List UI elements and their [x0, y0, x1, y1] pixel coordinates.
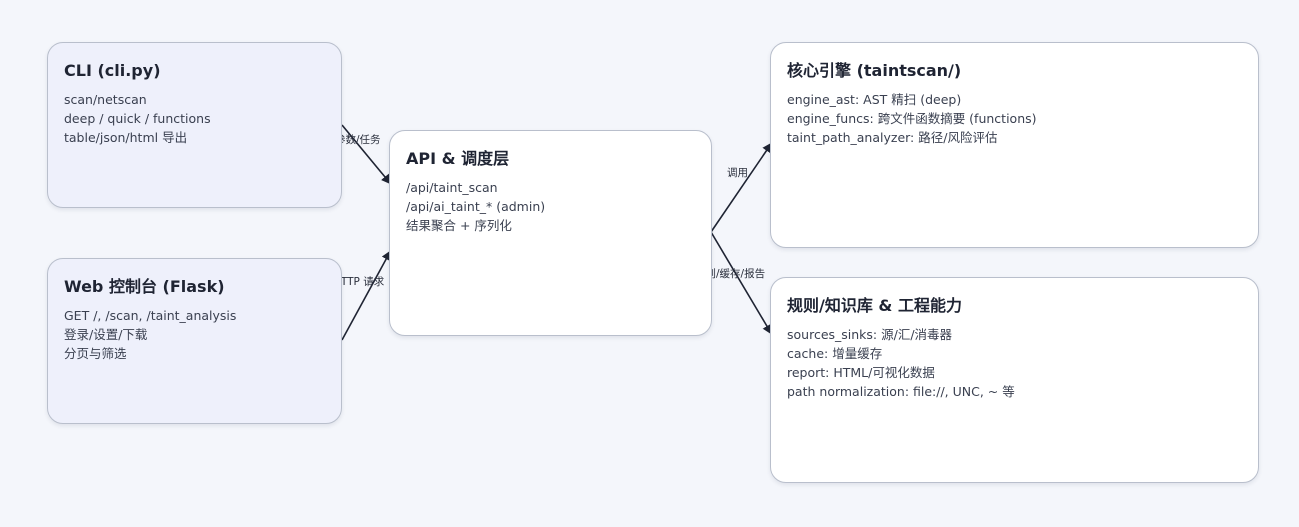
node-cli-line: scan/netscan	[64, 92, 147, 107]
node-web-line: GET /, /scan, /taint_analysis	[64, 308, 237, 323]
node-core-title: 核心引擎 (taintscan/)	[787, 61, 962, 80]
node-cli-title: CLI (cli.py)	[64, 61, 161, 80]
edge-api-to-rules	[710, 231, 773, 335]
node-cli-line: deep / quick / functions	[64, 111, 211, 126]
node-rules-line: cache: 增量缓存	[787, 346, 883, 361]
node-rules-title: 规则/知识库 & 工程能力	[787, 296, 962, 315]
node-api-title: API & 调度层	[406, 149, 510, 168]
node-web-line: 登录/设置/下载	[64, 327, 148, 342]
node-rules-lines: sources_sinks: 源/汇/消毒器 cache: 增量缓存 repor…	[787, 325, 1242, 401]
node-rules: 规则/知识库 & 工程能力 sources_sinks: 源/汇/消毒器 cac…	[770, 277, 1259, 483]
node-web: Web 控制台 (Flask) GET /, /scan, /taint_ana…	[47, 258, 342, 424]
node-api-line: 结果聚合 + 序列化	[406, 218, 512, 233]
node-core: 核心引擎 (taintscan/) engine_ast: AST 精扫 (de…	[770, 42, 1259, 248]
edge-api-to-core	[710, 142, 773, 233]
node-cli: CLI (cli.py) scan/netscan deep / quick /…	[47, 42, 342, 208]
node-api-line: /api/ai_taint_* (admin)	[406, 199, 546, 214]
node-api: API & 调度层 /api/taint_scan /api/ai_taint_…	[389, 130, 712, 336]
edge-label-api-core: 调用	[727, 167, 748, 179]
node-cli-line: table/json/html 导出	[64, 130, 188, 145]
node-web-line: 分页与筛选	[64, 346, 127, 361]
node-web-title: Web 控制台 (Flask)	[64, 277, 225, 296]
node-api-line: /api/taint_scan	[406, 180, 498, 195]
node-core-line: taint_path_analyzer: 路径/风险评估	[787, 130, 998, 145]
node-api-lines: /api/taint_scan /api/ai_taint_* (admin) …	[406, 178, 695, 235]
node-core-line: engine_ast: AST 精扫 (deep)	[787, 92, 962, 107]
node-web-lines: GET /, /scan, /taint_analysis 登录/设置/下载 分…	[64, 306, 325, 363]
node-rules-line: report: HTML/可视化数据	[787, 365, 935, 380]
node-cli-lines: scan/netscan deep / quick / functions ta…	[64, 90, 325, 147]
node-rules-line: sources_sinks: 源/汇/消毒器	[787, 327, 953, 342]
node-core-line: engine_funcs: 跨文件函数摘要 (functions)	[787, 111, 1037, 126]
edge-web-to-api	[341, 250, 391, 341]
node-core-lines: engine_ast: AST 精扫 (deep) engine_funcs: …	[787, 90, 1242, 147]
node-rules-line: path normalization: file://, UNC, ~ 等	[787, 384, 1015, 399]
